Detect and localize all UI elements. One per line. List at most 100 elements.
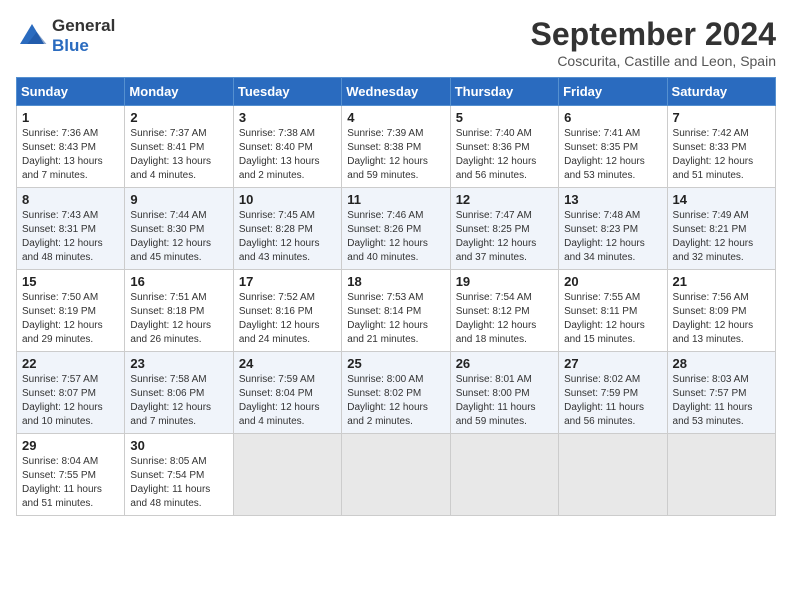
calendar-day-cell: 10 Sunrise: 7:45 AM Sunset: 8:28 PM Dayli… — [233, 188, 341, 270]
weekday-header: Monday — [125, 78, 233, 106]
day-number: 23 — [130, 356, 227, 371]
day-number: 10 — [239, 192, 336, 207]
day-info: Sunrise: 7:45 AM Sunset: 8:28 PM Dayligh… — [239, 209, 336, 265]
calendar-day-cell: 6Sunrise: 7:41 AM Sunset: 8:35 PM Daylig… — [559, 106, 667, 188]
logo-blue: Blue — [52, 36, 115, 56]
day-number: 8 — [22, 192, 119, 207]
day-info: Sunrise: 7:39 AM Sunset: 8:38 PM Dayligh… — [347, 127, 444, 183]
day-number: 18 — [347, 274, 444, 289]
weekday-header: Wednesday — [342, 78, 450, 106]
day-number: 25 — [347, 356, 444, 371]
calendar-day-cell: 2 Sunrise: 7:37 AM Sunset: 8:41 PM Daylig… — [125, 106, 233, 188]
calendar-day-cell: 19 Sunrise: 7:54 AM Sunset: 8:12 PM Dayli… — [450, 270, 558, 352]
calendar-day-cell: 16Sunrise: 7:51 AM Sunset: 8:18 PM Dayli… — [125, 270, 233, 352]
day-number: 27 — [564, 356, 661, 371]
title-block: September 2024 Coscurita, Castille and L… — [531, 16, 776, 69]
weekday-header: Tuesday — [233, 78, 341, 106]
calendar-day-cell: 30 Sunrise: 8:05 AM Sunset: 7:54 PM Dayli… — [125, 434, 233, 516]
day-number: 7 — [673, 110, 770, 125]
day-info: Sunrise: 8:04 AM Sunset: 7:55 PM Dayligh… — [22, 455, 119, 511]
weekday-header: Saturday — [667, 78, 775, 106]
weekday-header: Thursday — [450, 78, 558, 106]
day-number: 28 — [673, 356, 770, 371]
day-number: 24 — [239, 356, 336, 371]
day-number: 3 — [239, 110, 336, 125]
day-number: 5 — [456, 110, 553, 125]
day-info: Sunrise: 7:56 AM Sunset: 8:09 PM Dayligh… — [673, 291, 770, 347]
day-number: 19 — [456, 274, 553, 289]
calendar-day-cell: 24 Sunrise: 7:59 AM Sunset: 8:04 PM Dayli… — [233, 352, 341, 434]
day-info: Sunrise: 7:42 AM Sunset: 8:33 PM Dayligh… — [673, 127, 770, 183]
day-number: 30 — [130, 438, 227, 453]
calendar-week-row: 1 Sunrise: 7:36 AM Sunset: 8:43 PM Daylig… — [17, 106, 776, 188]
day-number: 20 — [564, 274, 661, 289]
day-info: Sunrise: 7:53 AM Sunset: 8:14 PM Dayligh… — [347, 291, 444, 347]
day-info: Sunrise: 7:50 AM Sunset: 8:19 PM Dayligh… — [22, 291, 119, 347]
day-info: Sunrise: 8:03 AM Sunset: 7:57 PM Dayligh… — [673, 373, 770, 429]
day-info: Sunrise: 7:37 AM Sunset: 8:41 PM Dayligh… — [130, 127, 227, 183]
day-info: Sunrise: 7:52 AM Sunset: 8:16 PM Dayligh… — [239, 291, 336, 347]
day-number: 26 — [456, 356, 553, 371]
calendar-day-cell: 17 Sunrise: 7:52 AM Sunset: 8:16 PM Dayli… — [233, 270, 341, 352]
day-info: Sunrise: 7:44 AM Sunset: 8:30 PM Dayligh… — [130, 209, 227, 265]
day-number: 6 — [564, 110, 661, 125]
logo-text: General Blue — [52, 16, 115, 56]
day-info: Sunrise: 8:05 AM Sunset: 7:54 PM Dayligh… — [130, 455, 227, 511]
day-info: Sunrise: 7:47 AM Sunset: 8:25 PM Dayligh… — [456, 209, 553, 265]
day-number: 1 — [22, 110, 119, 125]
page-header: General Blue September 2024 Coscurita, C… — [16, 16, 776, 69]
day-info: Sunrise: 7:40 AM Sunset: 8:36 PM Dayligh… — [456, 127, 553, 183]
calendar-day-cell: 13Sunrise: 7:48 AM Sunset: 8:23 PM Dayli… — [559, 188, 667, 270]
calendar-day-cell: 20 Sunrise: 7:55 AM Sunset: 8:11 PM Dayli… — [559, 270, 667, 352]
calendar-day-cell: 21Sunrise: 7:56 AM Sunset: 8:09 PM Dayli… — [667, 270, 775, 352]
calendar-day-cell: 7 Sunrise: 7:42 AM Sunset: 8:33 PM Daylig… — [667, 106, 775, 188]
logo-general: General — [52, 16, 115, 36]
day-number: 29 — [22, 438, 119, 453]
day-number: 11 — [347, 192, 444, 207]
day-info: Sunrise: 7:54 AM Sunset: 8:12 PM Dayligh… — [456, 291, 553, 347]
calendar-empty-cell — [342, 434, 450, 516]
day-info: Sunrise: 7:49 AM Sunset: 8:21 PM Dayligh… — [673, 209, 770, 265]
calendar-table: SundayMondayTuesdayWednesdayThursdayFrid… — [16, 77, 776, 516]
weekday-header: Friday — [559, 78, 667, 106]
day-number: 14 — [673, 192, 770, 207]
calendar-day-cell: 9Sunrise: 7:44 AM Sunset: 8:30 PM Daylig… — [125, 188, 233, 270]
day-number: 22 — [22, 356, 119, 371]
day-info: Sunrise: 8:00 AM Sunset: 8:02 PM Dayligh… — [347, 373, 444, 429]
day-info: Sunrise: 8:01 AM Sunset: 8:00 PM Dayligh… — [456, 373, 553, 429]
calendar-week-row: 15 Sunrise: 7:50 AM Sunset: 8:19 PM Dayli… — [17, 270, 776, 352]
day-number: 13 — [564, 192, 661, 207]
calendar-day-cell: 28 Sunrise: 8:03 AM Sunset: 7:57 PM Dayli… — [667, 352, 775, 434]
day-number: 17 — [239, 274, 336, 289]
calendar-day-cell: 26 Sunrise: 8:01 AM Sunset: 8:00 PM Dayli… — [450, 352, 558, 434]
calendar-empty-cell — [450, 434, 558, 516]
calendar-week-row: 22Sunrise: 7:57 AM Sunset: 8:07 PM Dayli… — [17, 352, 776, 434]
calendar-day-cell: 11Sunrise: 7:46 AM Sunset: 8:26 PM Dayli… — [342, 188, 450, 270]
day-number: 15 — [22, 274, 119, 289]
day-info: Sunrise: 7:55 AM Sunset: 8:11 PM Dayligh… — [564, 291, 661, 347]
calendar-day-cell: 15 Sunrise: 7:50 AM Sunset: 8:19 PM Dayli… — [17, 270, 125, 352]
calendar-day-cell: 1 Sunrise: 7:36 AM Sunset: 8:43 PM Daylig… — [17, 106, 125, 188]
calendar-empty-cell — [233, 434, 341, 516]
calendar-day-cell: 18 Sunrise: 7:53 AM Sunset: 8:14 PM Dayli… — [342, 270, 450, 352]
month-title: September 2024 — [531, 16, 776, 53]
logo: General Blue — [16, 16, 115, 56]
calendar-day-cell: 27 Sunrise: 8:02 AM Sunset: 7:59 PM Dayli… — [559, 352, 667, 434]
day-info: Sunrise: 7:59 AM Sunset: 8:04 PM Dayligh… — [239, 373, 336, 429]
day-info: Sunrise: 7:43 AM Sunset: 8:31 PM Dayligh… — [22, 209, 119, 265]
day-info: Sunrise: 7:36 AM Sunset: 8:43 PM Dayligh… — [22, 127, 119, 183]
calendar-day-cell: 8 Sunrise: 7:43 AM Sunset: 8:31 PM Daylig… — [17, 188, 125, 270]
day-info: Sunrise: 8:02 AM Sunset: 7:59 PM Dayligh… — [564, 373, 661, 429]
calendar-day-cell: 3 Sunrise: 7:38 AM Sunset: 8:40 PM Daylig… — [233, 106, 341, 188]
calendar-day-cell: 23 Sunrise: 7:58 AM Sunset: 8:06 PM Dayli… — [125, 352, 233, 434]
calendar-day-cell: 12 Sunrise: 7:47 AM Sunset: 8:25 PM Dayli… — [450, 188, 558, 270]
day-info: Sunrise: 7:58 AM Sunset: 8:06 PM Dayligh… — [130, 373, 227, 429]
day-number: 12 — [456, 192, 553, 207]
calendar-day-cell: 4 Sunrise: 7:39 AM Sunset: 8:38 PM Daylig… — [342, 106, 450, 188]
calendar-day-cell: 29 Sunrise: 8:04 AM Sunset: 7:55 PM Dayli… — [17, 434, 125, 516]
logo-icon — [16, 20, 48, 52]
day-number: 4 — [347, 110, 444, 125]
day-info: Sunrise: 7:38 AM Sunset: 8:40 PM Dayligh… — [239, 127, 336, 183]
day-number: 2 — [130, 110, 227, 125]
calendar-day-cell: 14 Sunrise: 7:49 AM Sunset: 8:21 PM Dayli… — [667, 188, 775, 270]
